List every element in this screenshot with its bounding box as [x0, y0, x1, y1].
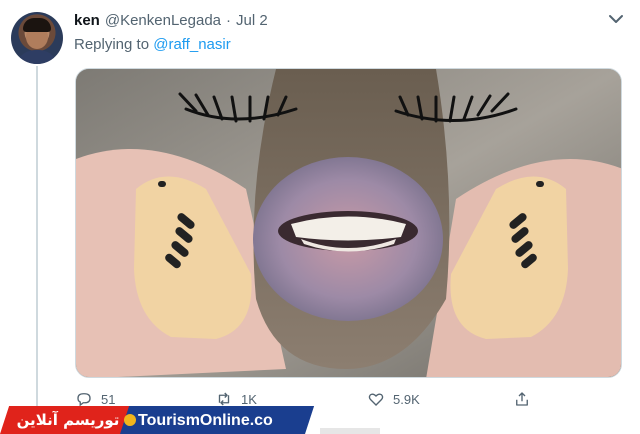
watermark-persian-text: توریسم آنلاین [16, 411, 120, 429]
retweet-count: 1K [241, 391, 257, 407]
cutoff-text-fragment [320, 428, 380, 434]
watermark-banner: توریسم آنلاین TourismOnline.co [0, 406, 315, 434]
like-count: 5.9K [393, 391, 420, 407]
heart-icon [368, 393, 384, 406]
replying-handle-link[interactable]: @raff_nasir [153, 36, 230, 53]
share-button[interactable] [513, 390, 531, 408]
avatar-shirt [15, 50, 59, 64]
like-button[interactable]: 5.9K [367, 390, 420, 408]
avatar[interactable] [11, 12, 63, 64]
reply-count: 51 [101, 391, 116, 407]
tweet-media-image[interactable] [75, 68, 622, 378]
watermark-latin-text: TourismOnline.co [138, 412, 273, 429]
author-handle[interactable]: @KenkenLegada [105, 12, 221, 29]
header-separator: · [226, 12, 232, 29]
author-name[interactable]: ken [74, 12, 100, 29]
tweet-date[interactable]: Jul 2 [236, 12, 268, 29]
replying-to: Replying to @raff_nasir [74, 36, 231, 53]
chevron-down-icon[interactable] [606, 12, 626, 28]
avatar-hair [23, 18, 51, 32]
share-icon [516, 392, 528, 406]
thread-line [36, 66, 38, 406]
tweet-header: ken @KenkenLegada · Jul 2 [74, 12, 268, 29]
replying-prefix: Replying to [74, 36, 150, 53]
globe-icon [124, 414, 136, 426]
